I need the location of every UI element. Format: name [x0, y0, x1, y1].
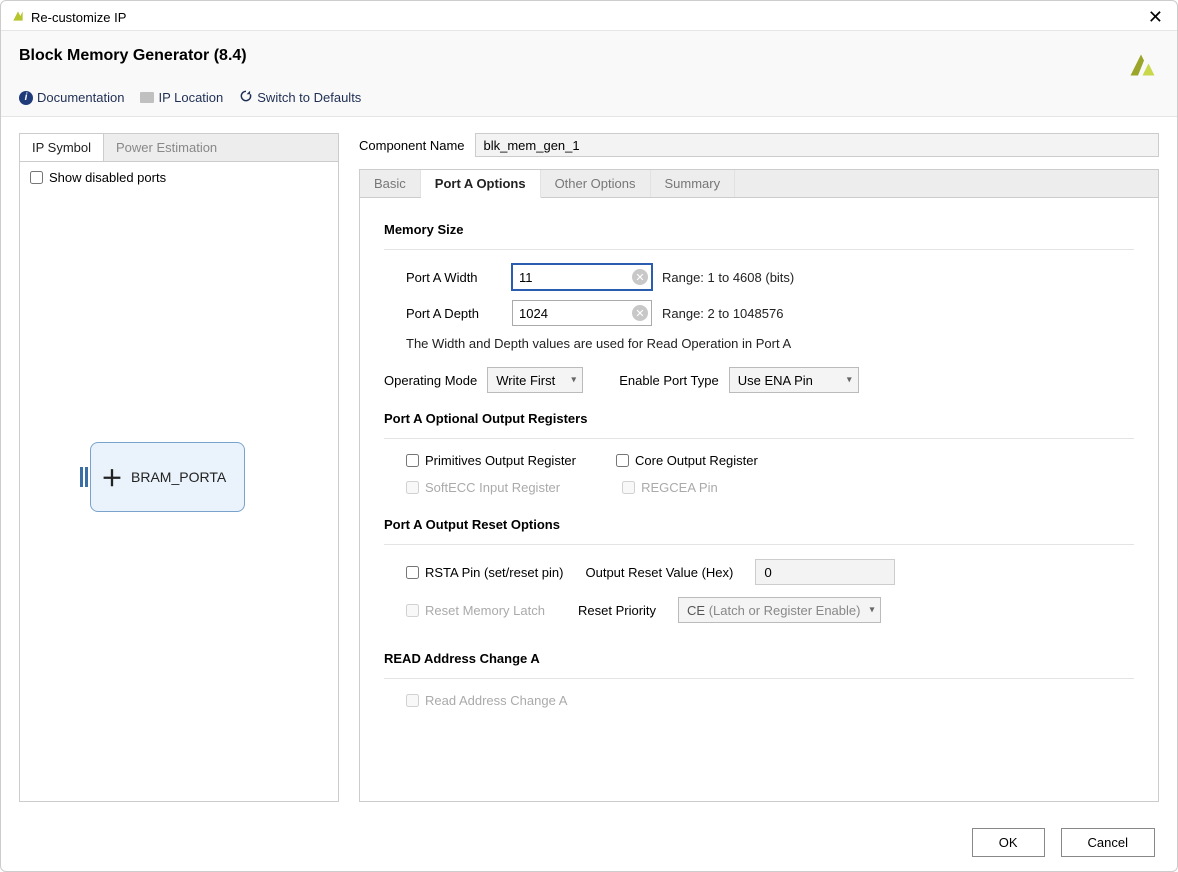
main-tabs: Basic Port A Options Other Options Summa…: [360, 170, 1158, 198]
expand-icon[interactable]: ＋: [101, 461, 123, 493]
reset-memory-latch-input: [406, 604, 419, 617]
clear-icon[interactable]: ✕: [632, 305, 648, 321]
ip-location-label: IP Location: [158, 90, 223, 105]
softecc-input-register-checkbox: SoftECC Input Register: [406, 480, 560, 495]
regcea-pin-label: REGCEA Pin: [641, 480, 718, 495]
tab-basic[interactable]: Basic: [360, 170, 421, 197]
read-address-change-checkbox: Read Address Change A: [406, 693, 1134, 708]
ip-location-link[interactable]: IP Location: [140, 90, 223, 105]
bram-port-label: BRAM_PORTA: [131, 469, 226, 485]
enable-port-type-value: Use ENA Pin: [738, 373, 813, 388]
ip-symbol-panel: IP Symbol Power Estimation Show disabled…: [19, 133, 339, 802]
switch-defaults-label: Switch to Defaults: [257, 90, 361, 105]
config-panel: Component Name Basic Port A Options Othe…: [359, 133, 1159, 802]
window-title: Re-customize IP: [31, 10, 1144, 25]
bram-block[interactable]: ＋ BRAM_PORTA: [80, 442, 245, 512]
port-a-width-input[interactable]: [512, 264, 652, 290]
component-name-input[interactable]: [475, 133, 1160, 157]
softecc-input-register-label: SoftECC Input Register: [425, 480, 560, 495]
enable-port-type-select[interactable]: Use ENA Pin ▾: [729, 367, 859, 393]
core-output-register-input[interactable]: [616, 454, 629, 467]
tab-ip-symbol[interactable]: IP Symbol: [20, 134, 104, 161]
reset-memory-latch-label: Reset Memory Latch: [425, 603, 545, 618]
tab-summary[interactable]: Summary: [651, 170, 736, 197]
reset-priority-value: CE: [687, 603, 705, 618]
output-reset-heading: Port A Output Reset Options: [384, 517, 1134, 532]
tab-port-a-options[interactable]: Port A Options: [421, 170, 541, 198]
titlebar: Re-customize IP ✕: [1, 1, 1177, 31]
regcea-pin-checkbox: REGCEA Pin: [622, 480, 718, 495]
app-icon: [11, 9, 25, 26]
ok-button[interactable]: OK: [972, 828, 1045, 857]
reset-priority-select: CE (Latch or Register Enable) ▾: [678, 597, 881, 623]
regcea-pin-input: [622, 481, 635, 494]
tab-power-estimation[interactable]: Power Estimation: [104, 134, 229, 161]
switch-defaults-link[interactable]: Switch to Defaults: [239, 89, 361, 106]
chevron-down-icon: ▾: [571, 375, 576, 386]
show-disabled-ports-label: Show disabled ports: [49, 170, 166, 185]
memory-size-heading: Memory Size: [384, 222, 1134, 237]
rsta-pin-input[interactable]: [406, 566, 419, 579]
chevron-down-icon: ▾: [847, 375, 852, 386]
documentation-link[interactable]: i Documentation: [19, 90, 124, 105]
dialog-window: Re-customize IP ✕ Block Memory Generator…: [0, 0, 1178, 872]
page-title: Block Memory Generator (8.4): [19, 47, 1123, 65]
show-disabled-ports-input[interactable]: [30, 171, 43, 184]
show-disabled-ports-checkbox[interactable]: Show disabled ports: [30, 170, 328, 185]
tab-other-options[interactable]: Other Options: [541, 170, 651, 197]
primitives-output-register-label: Primitives Output Register: [425, 453, 576, 468]
output-reset-value-input[interactable]: [755, 559, 895, 585]
port-a-depth-label: Port A Depth: [406, 306, 502, 321]
folder-icon: [140, 92, 154, 103]
rsta-pin-label: RSTA Pin (set/reset pin): [425, 565, 563, 580]
softecc-input-register-input: [406, 481, 419, 494]
close-icon[interactable]: ✕: [1144, 7, 1167, 28]
memory-size-note: The Width and Depth values are used for …: [406, 336, 1134, 351]
reset-priority-hint: (Latch or Register Enable): [709, 603, 861, 618]
read-address-heading: READ Address Change A: [384, 651, 1134, 666]
refresh-icon: [239, 89, 253, 106]
chevron-down-icon: ▾: [869, 605, 874, 616]
operating-mode-value: Write First: [496, 373, 555, 388]
brand-logo-icon: [1123, 47, 1159, 83]
operating-mode-select[interactable]: Write First ▾: [487, 367, 583, 393]
reset-priority-label: Reset Priority: [578, 603, 656, 618]
info-icon: i: [19, 91, 33, 105]
component-name-label: Component Name: [359, 138, 465, 153]
primitives-output-register-checkbox[interactable]: Primitives Output Register: [406, 453, 576, 468]
output-reset-value-label: Output Reset Value (Hex): [585, 565, 733, 580]
dialog-footer: OK Cancel: [1, 814, 1177, 871]
port-a-depth-hint: Range: 2 to 1048576: [662, 306, 783, 321]
read-address-change-input: [406, 694, 419, 707]
port-a-width-hint: Range: 1 to 4608 (bits): [662, 270, 794, 285]
header: Block Memory Generator (8.4) i Documenta…: [1, 31, 1177, 117]
port-a-depth-input[interactable]: [512, 300, 652, 326]
reset-memory-latch-checkbox: Reset Memory Latch: [406, 603, 556, 618]
rsta-pin-checkbox[interactable]: RSTA Pin (set/reset pin): [406, 565, 563, 580]
read-address-change-label: Read Address Change A: [425, 693, 567, 708]
core-output-register-label: Core Output Register: [635, 453, 758, 468]
primitives-output-register-input[interactable]: [406, 454, 419, 467]
enable-port-type-label: Enable Port Type: [619, 373, 719, 388]
cancel-button[interactable]: Cancel: [1061, 828, 1155, 857]
documentation-label: Documentation: [37, 90, 124, 105]
operating-mode-label: Operating Mode: [384, 373, 477, 388]
left-tabs: IP Symbol Power Estimation: [20, 134, 338, 162]
clear-icon[interactable]: ✕: [632, 269, 648, 285]
core-output-register-checkbox[interactable]: Core Output Register: [616, 453, 758, 468]
port-bars-icon: [80, 467, 88, 487]
port-a-width-label: Port A Width: [406, 270, 502, 285]
optional-registers-heading: Port A Optional Output Registers: [384, 411, 1134, 426]
